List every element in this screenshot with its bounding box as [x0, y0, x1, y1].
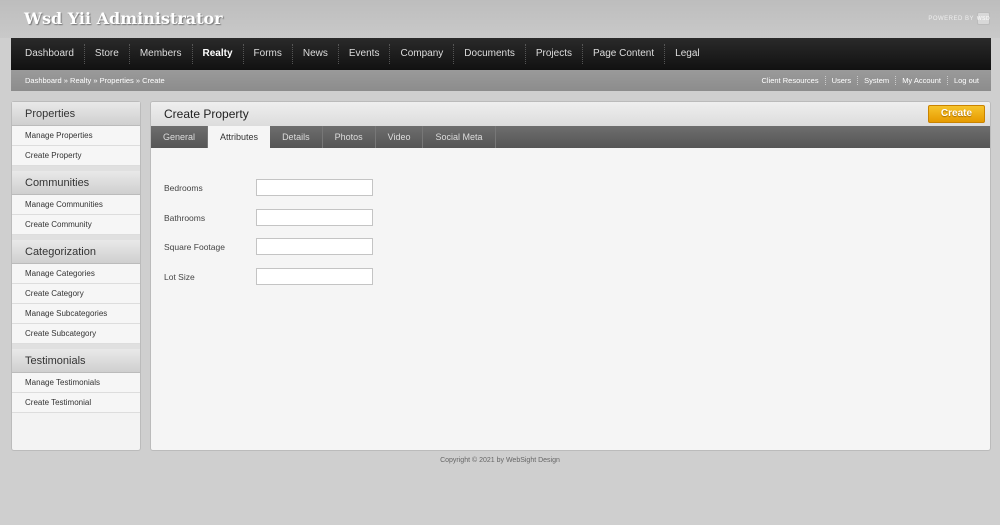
- nav-item-dashboard[interactable]: Dashboard: [15, 44, 85, 64]
- tab-general[interactable]: General: [151, 126, 209, 148]
- utility-links: Client Resources Users System My Account Log…: [755, 76, 979, 85]
- nav-item-events[interactable]: Events: [339, 44, 391, 64]
- nav-item-news[interactable]: News: [293, 44, 339, 64]
- field-label-bedrooms: Bedrooms: [164, 182, 203, 193]
- sidebar-item-create-subcategory[interactable]: Create Subcategory: [12, 324, 140, 344]
- sidebar-section-properties: Properties: [12, 102, 140, 126]
- app-title: Wsd Yii Administrator: [24, 9, 223, 28]
- tab-photos[interactable]: Photos: [323, 126, 376, 148]
- bedrooms-input[interactable]: [256, 179, 373, 196]
- sub-bar: Dashboard » Realty » Properties » Create…: [11, 70, 991, 91]
- util-link-system[interactable]: System: [858, 76, 897, 85]
- square-footage-input[interactable]: [256, 238, 373, 255]
- tab-video[interactable]: Video: [376, 126, 424, 148]
- nav-item-legal[interactable]: Legal: [665, 44, 709, 64]
- header: Wsd Yii Administrator POWERED BY WSD: [0, 0, 1000, 38]
- breadcrumb: Dashboard » Realty » Properties » Create: [25, 76, 165, 85]
- nav-item-page-content[interactable]: Page Content: [583, 44, 666, 64]
- sidebar-section-testimonials: Testimonials: [12, 349, 140, 373]
- nav-item-members[interactable]: Members: [130, 44, 193, 64]
- sidebar-item-manage-properties[interactable]: Manage Properties: [12, 126, 140, 146]
- nav-item-forms[interactable]: Forms: [244, 44, 293, 64]
- sidebar-item-create-testimonial[interactable]: Create Testimonial: [12, 393, 140, 413]
- footer-copyright: Copyright © 2021 by WebSight Design: [440, 457, 560, 464]
- tab-bar: General Attributes Details Photos Video Socia…: [151, 126, 990, 148]
- lot-size-input[interactable]: [256, 268, 373, 285]
- nav-item-store[interactable]: Store: [85, 44, 130, 64]
- field-row-square-footage: Square Footage: [164, 238, 373, 255]
- sidebar-item-create-property[interactable]: Create Property: [12, 146, 140, 166]
- sidebar-item-create-community[interactable]: Create Community: [12, 215, 140, 235]
- field-label-bathrooms: Bathrooms: [164, 212, 206, 223]
- util-link-client-resources[interactable]: Client Resources: [755, 76, 826, 85]
- util-link-users[interactable]: Users: [826, 76, 859, 85]
- sidebar-section-communities: Communities: [12, 171, 140, 195]
- nav-item-projects[interactable]: Projects: [526, 44, 583, 64]
- main-nav: Dashboard Store Members Realty Forms News Even…: [11, 38, 991, 70]
- sidebar: Properties Manage Properties Create Proper…: [11, 101, 141, 451]
- create-button[interactable]: Create: [928, 105, 985, 123]
- bathrooms-input[interactable]: [256, 209, 373, 226]
- powered-by-text: POWERED BY: [928, 15, 974, 22]
- sidebar-item-manage-subcategories[interactable]: Manage Subcategories: [12, 304, 140, 324]
- field-row-lot-size: Lot Size: [164, 268, 373, 285]
- field-label-lot-size: Lot Size: [164, 271, 195, 282]
- sidebar-section-categorization: Categorization: [12, 240, 140, 264]
- util-link-my-account[interactable]: My Account: [896, 76, 948, 85]
- field-label-square-footage: Square Footage: [164, 241, 225, 252]
- field-row-bathrooms: Bathrooms: [164, 209, 373, 226]
- powered-by: POWERED BY WSD: [928, 12, 990, 25]
- nav-item-realty[interactable]: Realty: [193, 44, 244, 64]
- nav-item-documents[interactable]: Documents: [454, 44, 526, 64]
- tab-details[interactable]: Details: [270, 126, 323, 148]
- panel-header: Create Property Create: [151, 102, 990, 126]
- page-title: Create Property: [164, 107, 249, 121]
- main-panel: Create Property Create General Attributes…: [150, 101, 991, 451]
- tab-social-meta[interactable]: Social Meta: [423, 126, 496, 148]
- sidebar-item-manage-categories[interactable]: Manage Categories: [12, 264, 140, 284]
- tab-attributes[interactable]: Attributes: [208, 126, 271, 148]
- sidebar-item-create-category[interactable]: Create Category: [12, 284, 140, 304]
- powered-by-logo[interactable]: WSD: [977, 12, 990, 25]
- field-row-bedrooms: Bedrooms: [164, 179, 373, 196]
- util-link-log-out[interactable]: Log out: [948, 76, 979, 85]
- sidebar-item-manage-communities[interactable]: Manage Communities: [12, 195, 140, 215]
- sidebar-item-manage-testimonials[interactable]: Manage Testimonials: [12, 373, 140, 393]
- nav-item-company[interactable]: Company: [390, 44, 455, 64]
